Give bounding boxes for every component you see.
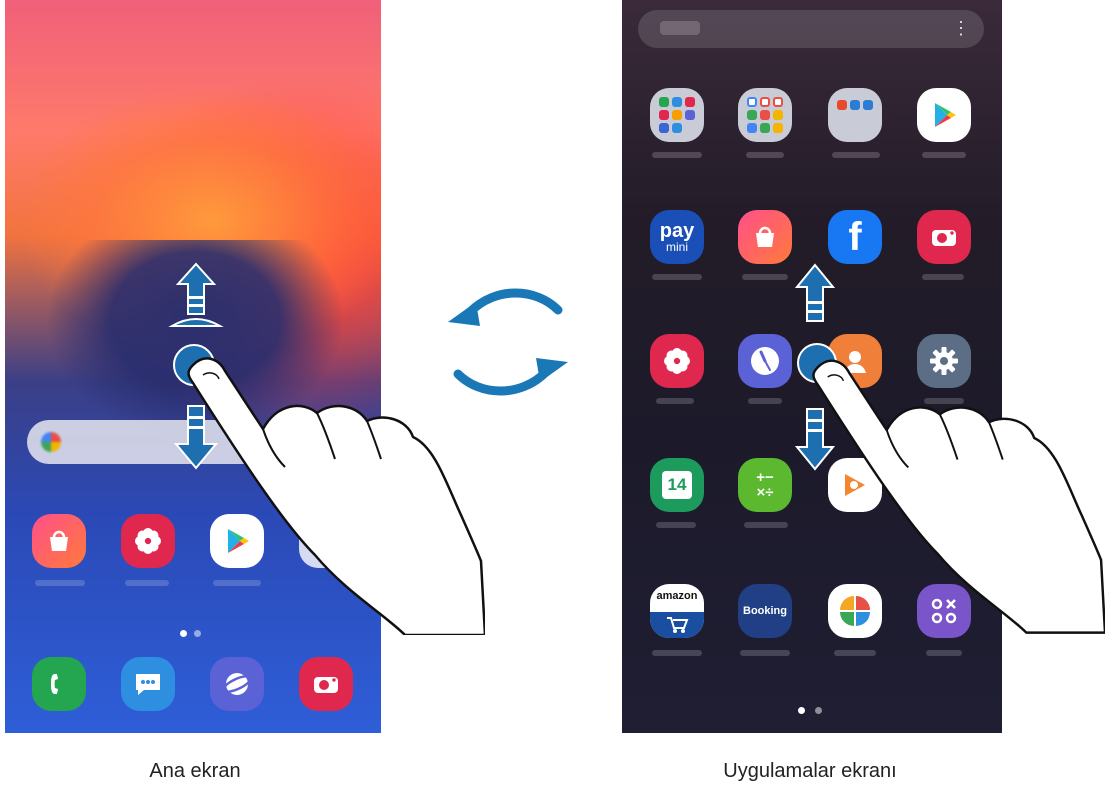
more-options-icon[interactable]: ⋮ xyxy=(952,19,970,37)
samsung-pay-mini-app-icon[interactable]: pay mini xyxy=(650,210,704,264)
calculator-symbols: +− ×÷ xyxy=(756,469,774,501)
hand-illustration xyxy=(187,357,485,635)
app-label xyxy=(832,152,880,158)
app-label xyxy=(922,274,964,280)
camera-app-icon[interactable] xyxy=(299,657,353,711)
galaxy-store-app-icon[interactable] xyxy=(738,210,792,264)
samsung-folder-icon[interactable] xyxy=(650,88,704,142)
camera-app-icon[interactable] xyxy=(917,210,971,264)
play-store-app-icon[interactable] xyxy=(917,88,971,142)
phone-app-icon[interactable] xyxy=(32,657,86,711)
facebook-letter: f xyxy=(848,214,862,259)
app-label xyxy=(926,650,962,656)
amazon-text: amazon xyxy=(656,590,698,602)
app-label xyxy=(656,522,696,528)
page-indicator-dot xyxy=(798,707,805,714)
app-label xyxy=(740,650,790,656)
booking-app-icon[interactable]: Booking xyxy=(738,584,792,638)
app-label xyxy=(744,522,788,528)
messages-app-icon[interactable] xyxy=(121,657,175,711)
app-label xyxy=(742,274,788,280)
gallery-app-icon[interactable] xyxy=(650,334,704,388)
calculator-app-icon[interactable]: +− ×÷ xyxy=(738,458,792,512)
amazon-app-icon[interactable]: amazon xyxy=(650,584,704,638)
internet-app-icon[interactable] xyxy=(210,657,264,711)
pay-text: pay xyxy=(659,220,695,242)
app-label xyxy=(746,152,784,158)
app-label xyxy=(652,274,702,280)
microsoft-folder-icon[interactable] xyxy=(828,88,882,142)
search-placeholder xyxy=(660,21,700,35)
app-label xyxy=(652,650,702,656)
clock-app-icon[interactable] xyxy=(738,334,792,388)
app-label xyxy=(652,152,702,158)
hand-illustration xyxy=(812,359,1105,634)
app-label xyxy=(922,152,966,158)
galaxy-store-app-icon[interactable] xyxy=(32,514,86,568)
apps-screen-caption: Uygulamalar ekranı xyxy=(723,760,897,782)
page-indicator-dot xyxy=(815,707,822,714)
app-label xyxy=(35,580,85,586)
booking-text: Booking xyxy=(743,605,787,617)
app-label xyxy=(834,650,876,656)
switch-arrows-icon xyxy=(448,288,568,396)
google-logo-icon xyxy=(41,432,61,452)
app-label xyxy=(125,580,169,586)
google-folder-icon[interactable] xyxy=(738,88,792,142)
app-label xyxy=(748,398,782,404)
home-screen-caption: Ana ekran xyxy=(149,760,241,782)
calendar-app-icon[interactable]: 14 xyxy=(650,458,704,512)
finder-search-bar[interactable]: ⋮ xyxy=(638,10,984,48)
calendar-date: 14 xyxy=(667,475,687,494)
swipe-up-arrow xyxy=(794,263,836,322)
facebook-app-icon[interactable]: f xyxy=(828,210,882,264)
mini-text: mini xyxy=(665,240,688,254)
swipe-up-arrow xyxy=(168,262,224,327)
app-label xyxy=(656,398,694,404)
gallery-app-icon[interactable] xyxy=(121,514,175,568)
